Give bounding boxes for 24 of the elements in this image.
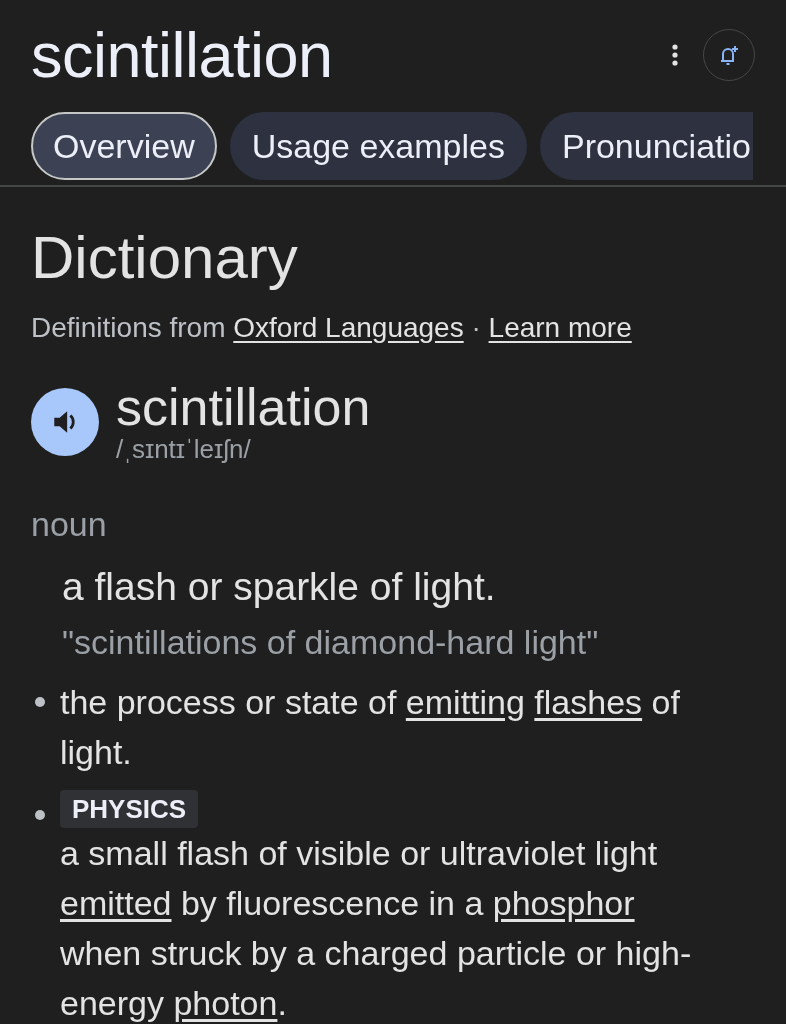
headword: scintillation [116, 380, 371, 434]
bullet-dot [35, 697, 45, 707]
sense-text: a small flash of visible or ultraviolet light emitted by fluorescence in a phosphor when struck by a charged particle or high-energy photon. [60, 833, 693, 1024]
source-link[interactable]: Learn more [488, 312, 632, 343]
definition-text: a flash or sparkle of light. [62, 564, 497, 610]
source-line: Definitions from Oxford Languages · Learn more [31, 311, 633, 345]
phonetic-text: /ˌsɪntɪˈleɪʃn/ [116, 434, 252, 464]
more-options-icon[interactable] [671, 43, 679, 67]
tab[interactable]: Usage examples [229, 112, 527, 180]
sense-text: the process or state of emitting flashes of light. [60, 682, 681, 773]
word-link[interactable]: emitted [60, 884, 172, 922]
source-link[interactable]: Oxford Languages [233, 312, 464, 343]
page-title: scintillation [31, 19, 334, 91]
section-heading: Dictionary [31, 223, 299, 293]
subject-label: PHYSICS [60, 790, 199, 828]
word-link[interactable]: flashes [534, 683, 643, 721]
example-text: "scintillations of diamond-hard light" [62, 622, 600, 662]
word-link[interactable]: photon [173, 984, 278, 1022]
part-of-speech: noun [31, 504, 108, 544]
tab[interactable]: Pronunciatio [539, 112, 753, 180]
bullet-dot [35, 810, 45, 820]
word-link[interactable]: emitting [405, 683, 525, 721]
word-link[interactable]: phosphor [492, 884, 635, 922]
tab[interactable]: Overview [31, 112, 217, 180]
